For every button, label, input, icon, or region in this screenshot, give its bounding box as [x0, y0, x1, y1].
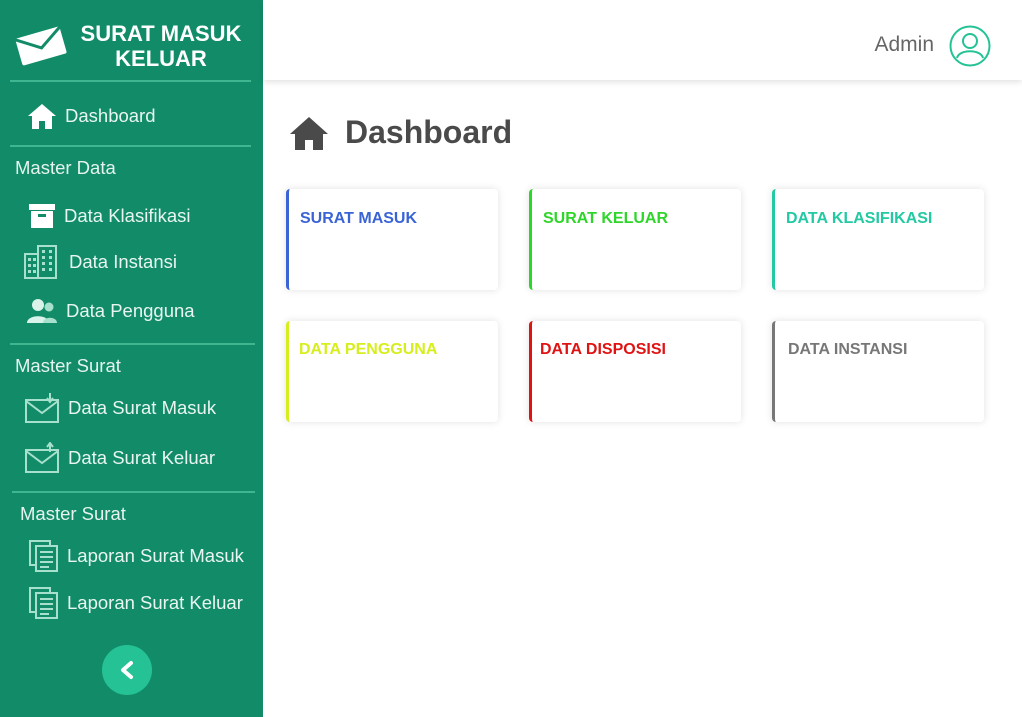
- card-data-disposisi[interactable]: DATA DISPOSISI: [529, 321, 741, 422]
- report-document-icon: [29, 587, 58, 619]
- sidebar-divider: [12, 491, 255, 493]
- section-title-master-data: Master Data: [15, 157, 116, 178]
- card-surat-masuk[interactable]: SURAT MASUK: [286, 189, 498, 290]
- app-root: SURAT MASUK KELUAR Dashboard Master Data…: [0, 0, 1022, 717]
- sidebar-item-label: Data Klasifikasi: [64, 205, 191, 226]
- mail-outgoing-icon: [25, 442, 59, 473]
- sidebar: SURAT MASUK KELUAR Dashboard Master Data…: [0, 0, 263, 717]
- report-document-icon: [29, 540, 58, 572]
- archive-box-icon: [29, 204, 55, 228]
- section-title-master-surat: Master Surat: [15, 355, 121, 376]
- chevron-left-icon: [121, 661, 133, 679]
- card-label: DATA KLASIFIKASI: [786, 210, 933, 227]
- card-data-klasifikasi[interactable]: DATA KLASIFIKASI: [772, 189, 984, 290]
- sidebar-item-label: Laporan Surat Keluar: [67, 592, 243, 613]
- users-icon: [27, 299, 57, 323]
- card-label: SURAT MASUK: [300, 210, 418, 227]
- brand-title: SURAT MASUK KELUAR: [80, 21, 242, 71]
- building-icon: [24, 245, 57, 279]
- card-surat-keluar[interactable]: SURAT KELUAR: [529, 189, 741, 290]
- sidebar-item-data-instansi[interactable]: Data Instansi: [23, 244, 177, 280]
- sidebar-item-data-pengguna[interactable]: Data Pengguna: [26, 293, 195, 329]
- sidebar-item-label: Data Surat Keluar: [68, 447, 216, 468]
- card-label: DATA PENGGUNA: [299, 341, 438, 358]
- page-header: Dashboard: [289, 114, 512, 151]
- card-data-instansi[interactable]: DATA INSTANSI: [772, 321, 984, 422]
- page-title: Dashboard: [345, 114, 513, 150]
- envelope-logo-icon: [14, 26, 67, 66]
- home-icon: [28, 104, 56, 129]
- section-title-master-surat-2: Master Surat: [20, 503, 126, 524]
- sidebar-divider: [10, 145, 251, 147]
- sidebar-collapse-button[interactable]: [102, 645, 152, 695]
- card-data-pengguna[interactable]: DATA PENGGUNA: [286, 321, 498, 422]
- sidebar-divider: [10, 80, 251, 82]
- sidebar-item-label: Data Surat Masuk: [68, 397, 217, 418]
- sidebar-item-label: Data Instansi: [69, 251, 177, 272]
- card-label: DATA INSTANSI: [788, 341, 908, 358]
- sidebar-item-data-surat-keluar[interactable]: Data Surat Keluar: [24, 440, 215, 476]
- brand: SURAT MASUK KELUAR: [0, 0, 263, 80]
- sidebar-item-label: Laporan Surat Masuk: [67, 545, 244, 566]
- sidebar-item-laporan-surat-masuk[interactable]: Laporan Surat Masuk: [29, 538, 244, 574]
- top-header: Admin: [263, 0, 1022, 80]
- user-name[interactable]: Admin: [874, 33, 934, 57]
- card-label: DATA DISPOSISI: [540, 341, 666, 358]
- sidebar-item-data-klasifikasi[interactable]: Data Klasifikasi: [28, 198, 190, 234]
- mail-incoming-icon: [25, 393, 59, 423]
- sidebar-item-laporan-surat-keluar[interactable]: Laporan Surat Keluar: [29, 585, 243, 621]
- sidebar-item-label: Dashboard: [65, 105, 156, 126]
- sidebar-item-label: Data Pengguna: [66, 300, 195, 321]
- card-label: SURAT KELUAR: [543, 210, 669, 227]
- sidebar-item-data-surat-masuk[interactable]: Data Surat Masuk: [24, 390, 216, 426]
- sidebar-divider: [10, 343, 255, 345]
- home-icon: [290, 116, 328, 150]
- user-avatar-icon[interactable]: [949, 25, 991, 67]
- sidebar-item-dashboard[interactable]: Dashboard: [27, 98, 156, 134]
